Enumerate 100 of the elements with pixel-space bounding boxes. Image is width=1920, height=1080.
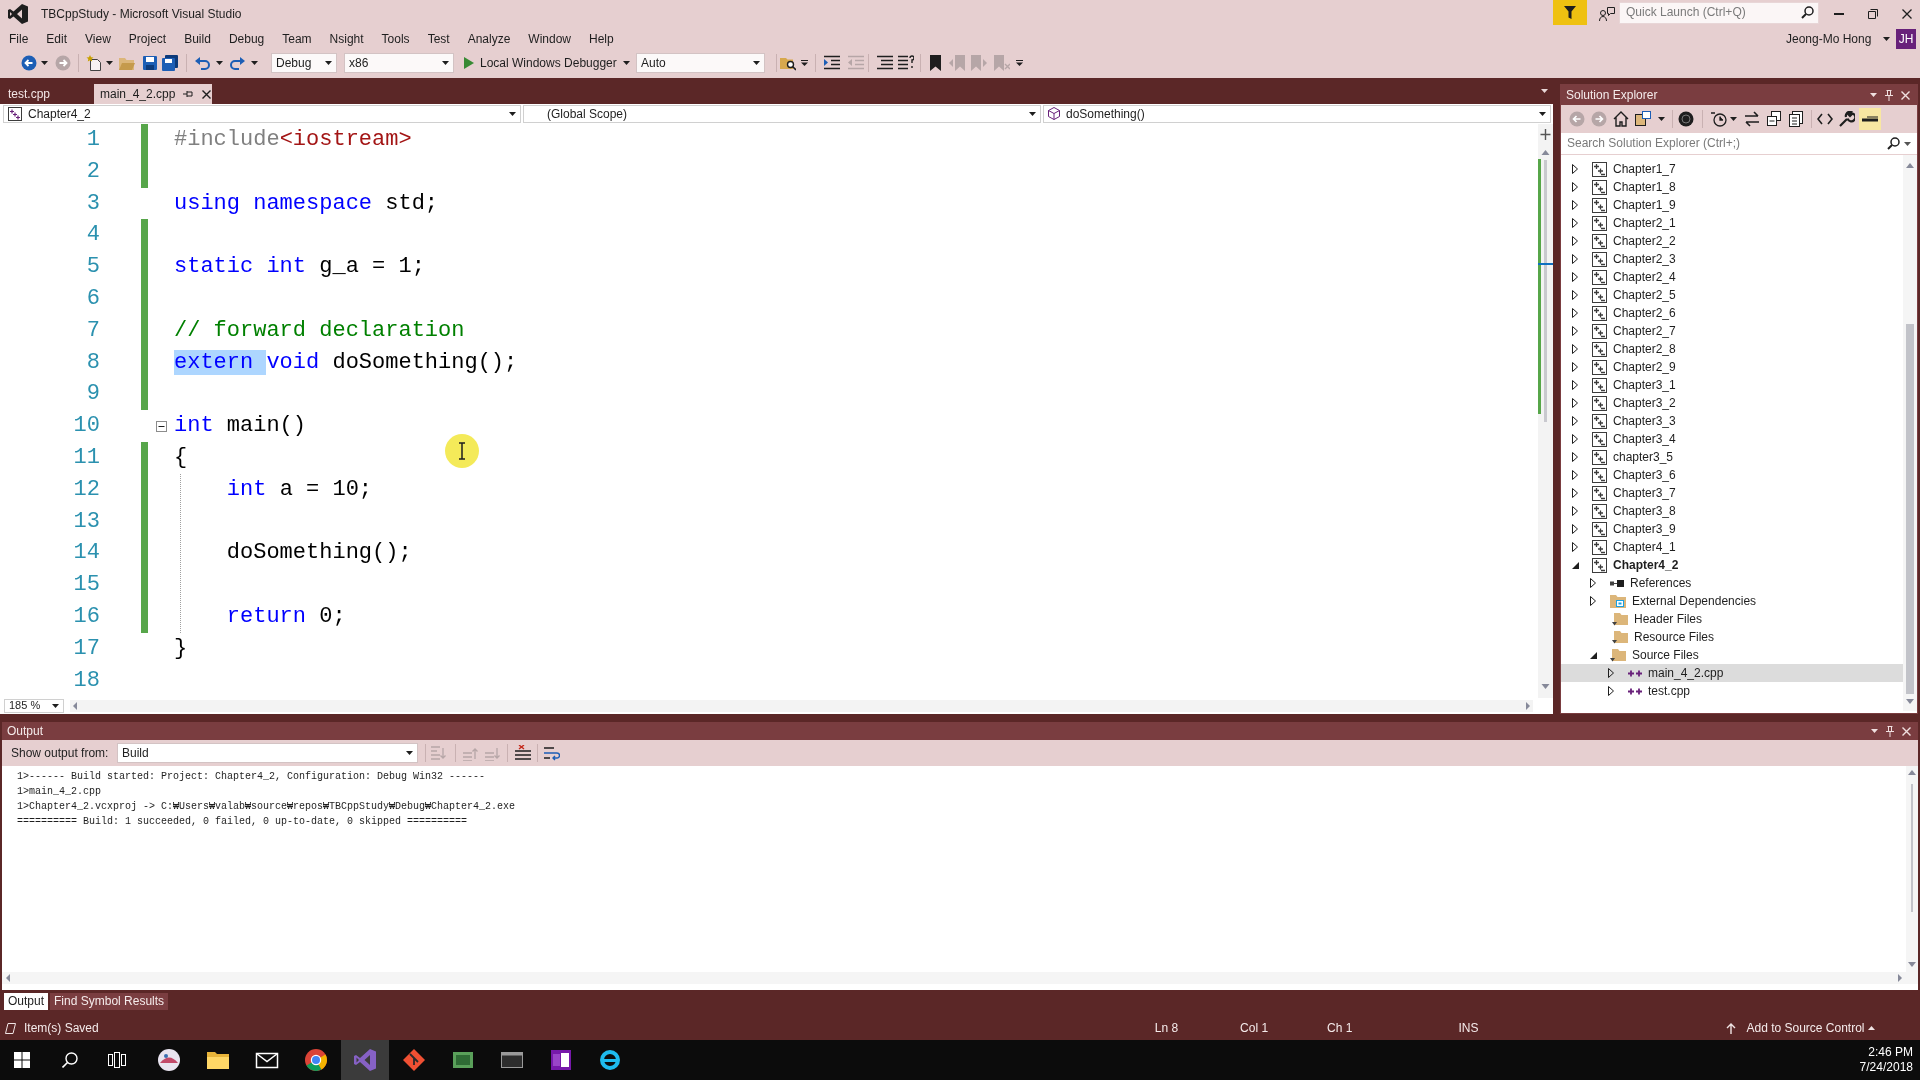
zoom-dropdown[interactable]: 185 % [4,699,64,713]
save-icon[interactable] [143,56,157,70]
project-dropdown[interactable]: Chapter4_2 [3,105,521,123]
tree-item[interactable]: Chapter3_4 [1572,430,1676,448]
comment-lines-icon[interactable] [877,55,893,71]
feedback-icon[interactable] [1599,7,1615,21]
caret-icon[interactable] [325,61,332,65]
menu-item[interactable]: Help [580,31,623,47]
caret-icon[interactable] [1883,37,1890,41]
vertical-scrollbar[interactable] [1538,124,1553,698]
menu-item[interactable]: Test [418,31,459,47]
restore-icon[interactable] [1868,9,1878,19]
caret-icon[interactable] [509,112,516,116]
tree-item[interactable]: Chapter1_8 [1572,178,1676,196]
windows-logo-icon[interactable] [14,1052,30,1068]
tree-item[interactable]: Chapter3_7 [1572,484,1676,502]
collapsed-arrow-icon[interactable] [1572,452,1578,462]
collapsed-arrow-icon[interactable] [1572,164,1578,174]
tree-item[interactable]: Chapter1_7 [1572,160,1676,178]
collapsed-arrow-icon[interactable] [1572,524,1578,534]
caret-icon[interactable] [406,751,413,755]
search-icon[interactable] [1801,6,1814,19]
quick-launch-field[interactable]: Quick Launch (Ctrl+Q) [1626,5,1796,20]
sync-arrows-icon[interactable] [1744,111,1760,127]
source-control-button[interactable]: Add to Source Control [1746,1020,1865,1036]
collapsed-arrow-icon[interactable] [1572,506,1578,516]
caret-icon[interactable] [1870,93,1877,97]
menu-item[interactable]: Team [273,31,321,47]
caret-icon[interactable] [753,61,760,65]
menu-item[interactable]: Window [519,31,581,47]
caret-icon[interactable] [1016,60,1023,66]
menu-item[interactable]: Tools [372,31,419,47]
collapsed-arrow-icon[interactable] [1572,380,1578,390]
menu-item[interactable]: Edit [37,31,77,47]
code-brackets-icon[interactable] [1817,111,1833,127]
tree-item[interactable]: Chapter3_2 [1572,394,1676,412]
increase-indent-icon[interactable] [824,55,840,71]
collapsed-arrow-icon[interactable] [1572,182,1578,192]
collapsed-arrow-icon[interactable] [1572,236,1578,246]
tree-item[interactable]: Chapter2_4 [1572,268,1676,286]
tree-item[interactable]: Chapter3_8 [1572,502,1676,520]
vertical-scrollbar[interactable] [1903,155,1917,711]
tree-item[interactable]: Chapter2_3 [1572,250,1676,268]
clock-icon[interactable] [1711,111,1727,127]
collapsed-arrow-icon[interactable] [1572,542,1578,552]
tree-item[interactable]: Chapter3_6 [1572,466,1676,484]
collapsed-arrow-icon[interactable] [1572,398,1578,408]
collapsed-arrow-icon[interactable] [1572,308,1578,318]
tree-item[interactable]: Chapter2_6 [1572,304,1676,322]
tree-item[interactable]: Chapter3_1 [1572,376,1676,394]
search-icon[interactable] [1887,137,1900,150]
search-field[interactable]: Search Solution Explorer (Ctrl+;) [1567,136,1847,151]
caret-icon[interactable] [251,61,258,65]
switch-views-icon[interactable] [1635,111,1651,127]
task-view-icon[interactable] [108,1051,126,1069]
collapsed-arrow-icon[interactable] [1572,434,1578,444]
platform-dropdown[interactable]: x86 [344,53,454,73]
tree-item[interactable]: Chapter2_5 [1572,286,1676,304]
caret-icon[interactable] [1730,117,1737,121]
tree-item[interactable]: Chapter2_1 [1572,214,1676,232]
collapsed-arrow-icon[interactable] [1572,470,1578,480]
menu-item[interactable]: View [76,31,120,47]
close-icon[interactable] [1902,9,1912,19]
wrench-icon[interactable] [1839,111,1855,127]
pin-icon[interactable] [183,90,194,98]
account-menu[interactable]: Jeong-Mo Hong [1786,31,1890,47]
collapsed-arrow-icon[interactable] [1572,254,1578,264]
redo-icon[interactable] [229,56,245,70]
collapsed-arrow-icon[interactable] [1608,686,1614,696]
tree-item[interactable]: Chapter3_9 [1572,520,1676,538]
tree-item[interactable]: test.cpp [1608,682,1691,700]
caret-icon[interactable] [106,61,113,65]
collapsed-arrow-icon[interactable] [1572,218,1578,228]
start-debugging-button[interactable]: Local Windows Debugger [461,52,631,74]
tree-item[interactable]: Chapter3_3 [1572,412,1676,430]
collapsed-arrow-icon[interactable] [1572,344,1578,354]
caret-icon[interactable] [1541,89,1548,93]
configuration-dropdown[interactable]: Debug [271,53,337,73]
user-avatar[interactable]: JH [1896,29,1916,49]
caret-icon[interactable] [41,61,48,65]
collapsed-arrow-icon[interactable] [1608,668,1614,678]
output-source-dropdown[interactable]: Build [117,743,418,763]
close-icon[interactable] [202,89,212,99]
tree-item[interactable]: Source Files [1590,646,1699,664]
caret-icon[interactable] [1658,117,1665,121]
caret-icon[interactable] [1904,141,1911,146]
clear-all-icon[interactable] [515,745,531,761]
caret-icon[interactable] [1867,1026,1875,1030]
tree-item[interactable]: Chapter1_9 [1572,196,1676,214]
sphere-icon[interactable] [1678,111,1694,127]
collapsed-arrow-icon[interactable] [1572,488,1578,498]
editor-tab[interactable]: test.cpp [0,84,66,104]
menu-item[interactable]: Analyze [458,31,520,47]
panel-tab[interactable]: Find Symbol Results [50,992,169,1010]
preview-icon[interactable] [1859,108,1881,130]
new-project-icon[interactable] [86,55,102,71]
horizontal-scrollbar[interactable] [70,700,1533,712]
folder-search-icon[interactable] [780,55,796,71]
caret-icon[interactable] [1871,729,1878,733]
collapsed-arrow-icon[interactable] [1572,416,1578,426]
